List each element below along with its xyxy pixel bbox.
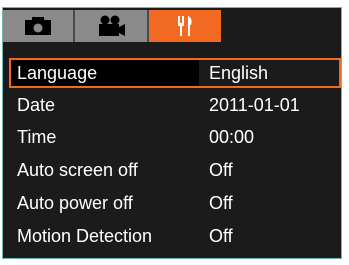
setting-value: 2011-01-01 bbox=[199, 90, 341, 120]
settings-row-time[interactable]: Time 00:00 bbox=[9, 122, 341, 152]
setting-label: Time bbox=[9, 122, 199, 152]
setting-label: Auto power off bbox=[9, 188, 199, 218]
settings-row-auto-screen-off[interactable]: Auto screen off Off bbox=[9, 155, 341, 185]
settings-row-motion-detection[interactable]: Motion Detection Off bbox=[9, 221, 341, 251]
setting-value: Off bbox=[199, 221, 341, 251]
camera-icon bbox=[24, 16, 52, 36]
setting-label: Motion Detection bbox=[9, 221, 199, 251]
video-camera-icon bbox=[96, 15, 126, 37]
settings-row-language[interactable]: Language English bbox=[9, 58, 341, 88]
setting-label: Auto screen off bbox=[9, 155, 199, 185]
settings-tools-icon bbox=[174, 15, 196, 37]
setting-value: Off bbox=[199, 155, 341, 185]
setting-value: 00:00 bbox=[199, 122, 341, 152]
camera-settings-screen: Language English Date 2011-01-01 Time 00… bbox=[2, 7, 342, 259]
tab-video[interactable] bbox=[75, 10, 149, 42]
setting-value: English bbox=[199, 58, 341, 88]
settings-row-auto-power-off[interactable]: Auto power off Off bbox=[9, 188, 341, 218]
tab-setup[interactable] bbox=[149, 10, 221, 42]
setting-label: Date bbox=[9, 90, 199, 120]
setting-label: Language bbox=[9, 58, 199, 88]
setting-value: Off bbox=[199, 188, 341, 218]
mode-tab-bar bbox=[3, 8, 341, 44]
settings-row-date[interactable]: Date 2011-01-01 bbox=[9, 90, 341, 120]
tab-photo[interactable] bbox=[3, 10, 75, 42]
